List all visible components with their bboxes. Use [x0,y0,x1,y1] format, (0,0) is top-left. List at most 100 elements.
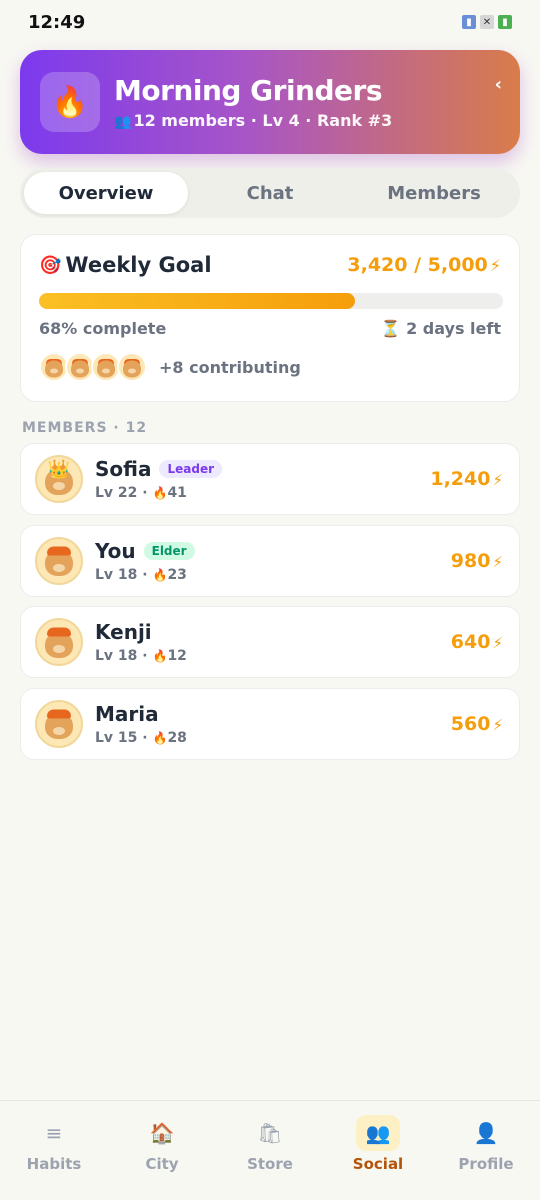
contributors-row: +8 contributing [39,352,501,382]
tab-members[interactable]: Members [352,172,516,214]
member-meta: Lv 15 · 🔥28 [95,730,187,746]
bear-cap-icon [47,709,71,719]
member-level: Lv 18 · [95,566,153,583]
bolt-icon: ⚡ [489,256,501,275]
member-info: Kenji Lv 18 · 🔥12 [95,620,187,664]
flame-icon: 🔥 [51,84,89,120]
member-meta: Lv 22 · 🔥41 [95,485,222,501]
contributor-avatars [39,352,147,382]
member-points-row: 1,240 ⚡ [430,468,503,490]
weekly-goal-card: 🎯 Weekly Goal 3,420 / 5,000 ⚡ 68% complet… [20,234,520,402]
flame-icon: 🔥 [152,730,168,745]
avatar [35,536,83,585]
bear-muzzle-icon [53,726,65,735]
member-level: Lv 22 · [95,485,153,501]
nav-item-social[interactable]: 👥 Social [333,1115,423,1173]
nav-label: Social [352,1155,404,1173]
member-points-row: 640 ⚡ [451,631,503,653]
guild-header-card: 🔥 Morning Grinders 👥 12 members · Lv 4 · … [20,50,520,154]
member-points: 640 [450,631,491,653]
bolt-icon: ⚡ [492,552,503,571]
members-icon: 👥 [114,114,132,130]
no-sim-icon: ✕ [480,15,494,29]
social-icon: 👥 [356,1115,400,1151]
nav-item-city[interactable]: 🏠 City [117,1115,207,1173]
bottom-nav: ≡ Habits 🏠 City 🛍 Store 👥 Social 👤 Profi… [0,1100,540,1200]
city-icon: 🏠 [149,1121,175,1145]
member-row[interactable]: 👑 Sofia Leader Lv 22 · 🔥41 1,240 ⚡ [20,443,520,515]
status-time: 12:49 [28,11,86,33]
member-name-row: Sofia Leader [95,457,222,481]
goal-complete-text: 68% complete [39,319,167,338]
store-icon: 🛍 [257,1121,283,1145]
member-name-row: Maria [95,702,187,726]
nav-item-habits[interactable]: ≡ Habits [9,1115,99,1173]
habits-icon: ≡ [45,1121,63,1145]
bear-muzzle-icon [53,482,65,491]
bolt-icon: ⚡ [492,634,503,652]
member-row[interactable]: You Elder Lv 18 · 🔥23 980 ⚡ [20,524,520,597]
guild-icon-box: 🔥 [40,72,100,132]
avatar: 👑 [35,455,83,503]
member-streak: 12 [167,648,187,664]
member-streak: 41 [167,485,187,501]
bolt-icon: ⚡ [492,471,503,489]
guild-subtitle: 12 members · Lv 4 · Rank #3 [133,111,393,130]
profile-icon: 👤 [473,1121,499,1145]
battery-icon: ▮ [498,15,512,29]
avatar [35,699,83,748]
guild-subtitle-row: 👥 12 members · Lv 4 · Rank #3 [114,111,392,130]
tab-overview[interactable]: Overview [24,172,188,214]
member-streak: 23 [167,566,187,583]
nav-label: Habits [26,1155,82,1173]
nav-label: Store [247,1155,293,1173]
goal-progress-fill [39,293,355,309]
nav-label: Profile [458,1155,514,1173]
crown-icon: 👑 [47,459,71,481]
flame-icon: 🔥 [152,486,168,500]
member-role-badge: Elder [143,541,195,560]
member-info: Sofia Leader Lv 22 · 🔥41 [95,457,222,501]
contributing-text: +8 contributing [159,357,301,377]
member-name: Kenji [95,620,152,644]
nav-item-store[interactable]: 🛍 Store [225,1115,315,1173]
member-row[interactable]: Maria Lv 15 · 🔥28 560 ⚡ [20,687,520,760]
bear-muzzle-icon [50,368,58,374]
member-role-badge: Leader [159,460,222,478]
goal-amount-row: 3,420 / 5,000 ⚡ [347,254,501,276]
guild-tabs: Overview Chat Members [20,168,520,218]
member-name: Maria [95,701,159,726]
member-meta: Lv 18 · 🔥23 [95,567,195,583]
member-list: 👑 Sofia Leader Lv 22 · 🔥41 1,240 ⚡ You El… [20,443,520,769]
member-points: 1,240 [430,468,491,490]
bear-cap-icon [47,627,71,637]
goal-meta: 68% complete ⏳ 2 days left [39,319,501,338]
tab-chat[interactable]: Chat [188,172,352,214]
hourglass-icon: ⏳ [380,319,401,338]
chevron-left-icon[interactable]: ‹ [495,74,502,95]
member-points-row: 560 ⚡ [451,713,503,735]
nav-label: City [145,1155,179,1173]
bear-muzzle-icon [102,368,110,374]
bear-muzzle-icon [128,368,136,374]
member-points: 980 [450,549,491,572]
member-points: 560 [450,712,491,735]
flame-icon: 🔥 [152,567,168,582]
nav-item-profile[interactable]: 👤 Profile [441,1115,531,1173]
contributor-avatar [117,352,147,382]
goal-time-left: 2 days left [406,319,501,338]
bolt-icon: ⚡ [492,715,503,734]
member-level: Lv 15 · [95,729,153,746]
goal-title-row: 🎯 Weekly Goal [39,253,212,277]
system-icons: ▮ ✕ ▮ [462,15,512,29]
member-info: Maria Lv 15 · 🔥28 [95,702,187,746]
bear-muzzle-icon [53,645,65,654]
member-row[interactable]: Kenji Lv 18 · 🔥12 640 ⚡ [20,606,520,678]
member-points-row: 980 ⚡ [451,550,503,572]
member-streak: 28 [167,729,187,746]
goal-progress-bar [39,293,503,309]
member-name: Sofia [95,457,152,481]
guild-header-text: Morning Grinders 👥 12 members · Lv 4 · Ra… [114,74,392,130]
guild-title: Morning Grinders [114,74,383,107]
member-name-row: You Elder [95,539,195,563]
